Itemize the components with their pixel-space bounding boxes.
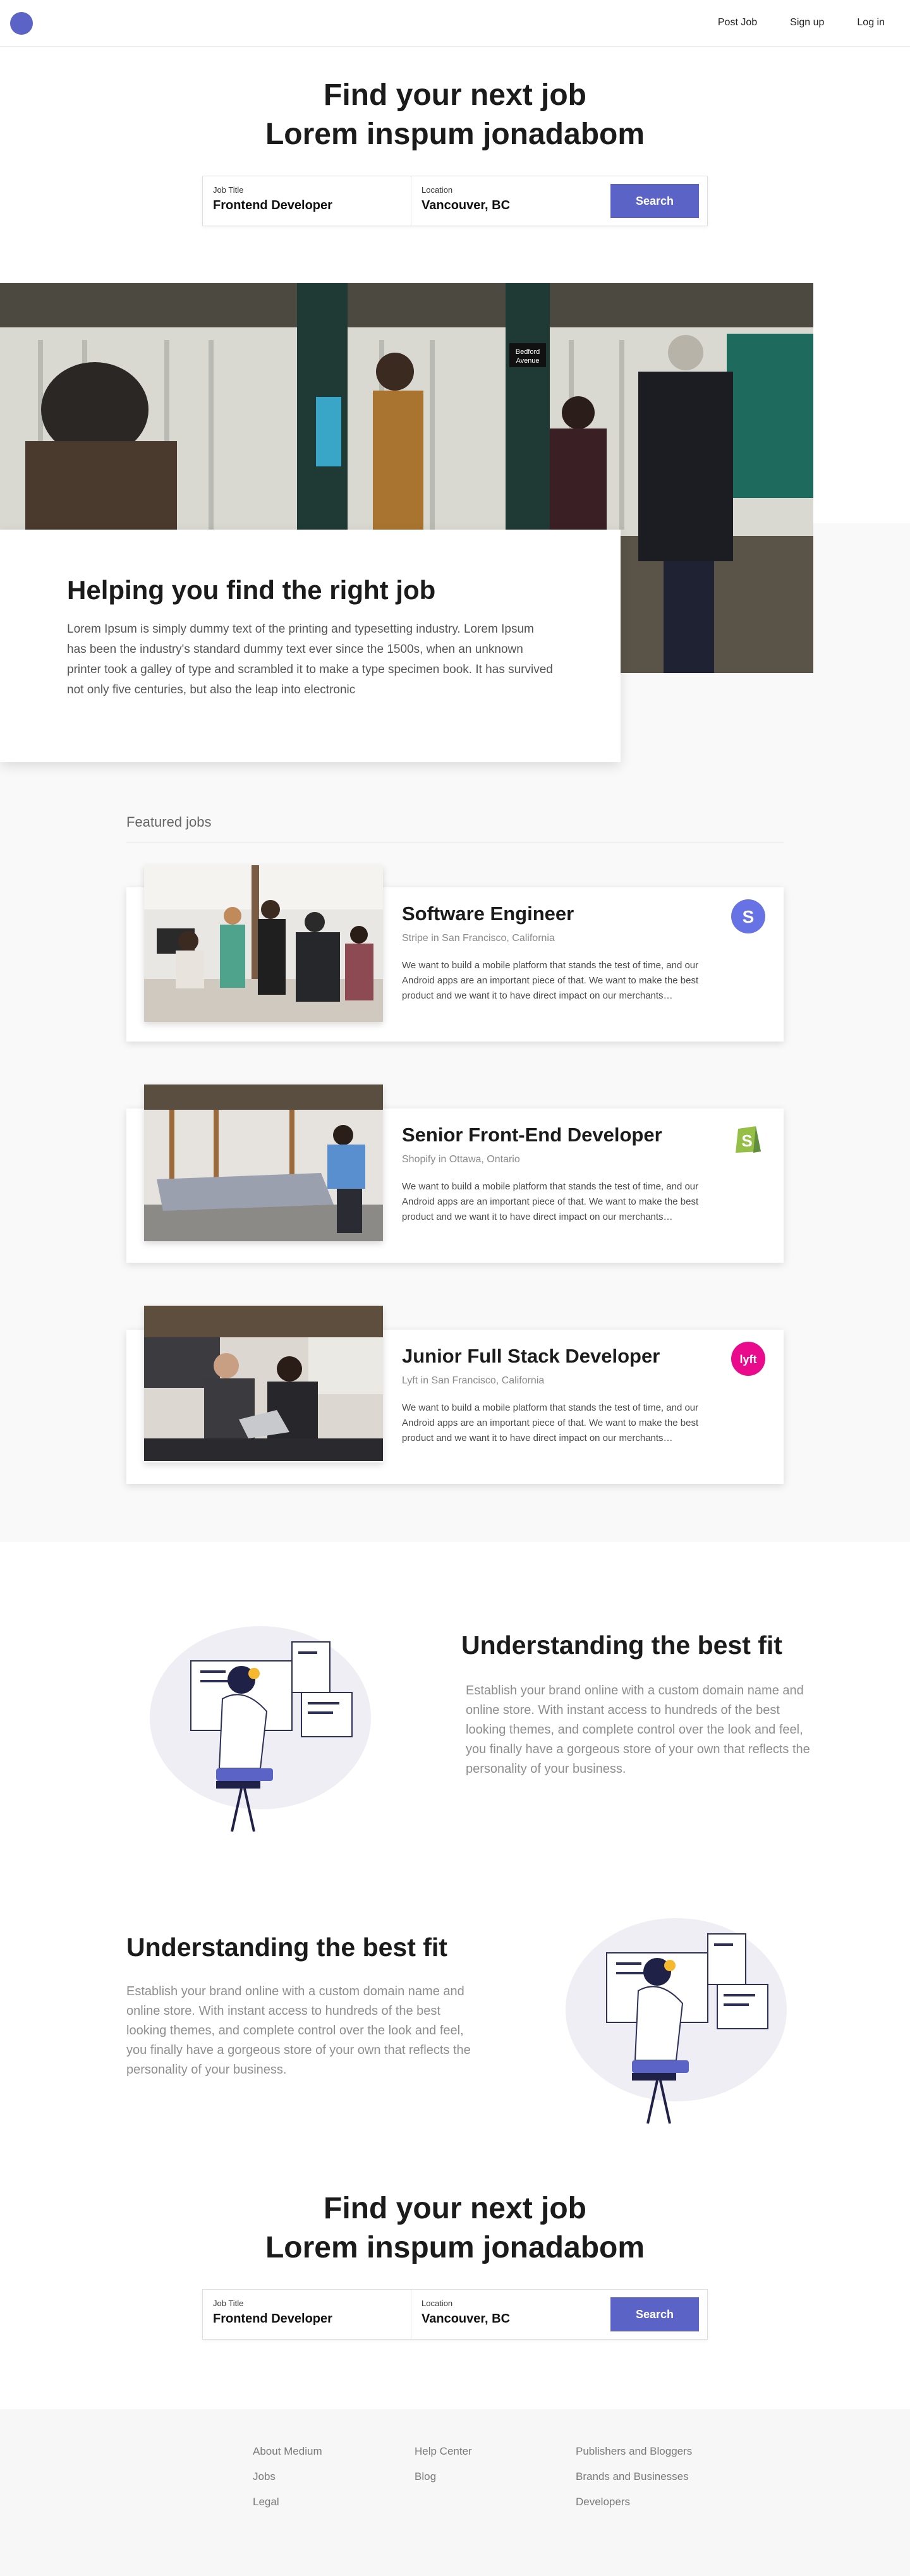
cta-title-line2: Lorem inspum jonadabom [265,2231,645,2264]
job-title[interactable]: Junior Full Stack Developer [402,1345,660,1368]
best-fit-title-1: Understanding the best fit [461,1631,782,1660]
job-company: Stripe in San Francisco, California [402,933,555,944]
search-button[interactable]: Search [610,184,699,218]
footer-link-about-medium[interactable]: About Medium [253,2446,322,2457]
job-description: We want to build a mobile platform that … [402,960,699,1001]
hero-title-line1: Find your next job [324,78,586,112]
hero-title: Find your next job Lorem inspum jonadabo… [0,76,910,154]
shopify-logo-letter: S [741,1131,752,1150]
hero-title-line2: Lorem inspum jonadabom [265,118,645,151]
brand-logo[interactable] [10,12,33,35]
best-fit-illustration-2 [556,1915,796,2130]
cta-location-input[interactable]: Vancouver, BC [422,2312,591,2326]
stripe-logo-icon: S [731,899,766,934]
stripe-logo-letter: S [743,907,755,927]
footer-link-blog[interactable]: Blog [415,2471,472,2482]
footer-link-legal[interactable]: Legal [253,2496,322,2508]
job-photo-laptop-team [144,1306,383,1462]
station-sign-line2: Avenue [516,357,539,365]
job-title[interactable]: Senior Front-End Developer [402,1124,662,1146]
footer-link-jobs[interactable]: Jobs [253,2471,322,2482]
station-sign-line1: Bedford [516,348,540,356]
footer-link-help-center[interactable]: Help Center [415,2446,472,2457]
best-fit-illustration-1 [140,1623,380,1838]
hero-search-box: Job Title Frontend Developer Location Va… [202,176,708,226]
job-company: Shopify in Ottawa, Ontario [402,1154,520,1165]
job-title-input[interactable]: Frontend Developer [213,198,401,213]
job-title-label: Job Title [213,185,244,195]
cta-job-title-field[interactable]: Job Title Frontend Developer [203,2290,411,2339]
location-input[interactable]: Vancouver, BC [422,198,591,213]
best-fit-text-2: Establish your brand online with a custo… [126,1984,471,2077]
nav-links: Post Job Sign up Log in [718,17,885,28]
job-card-software-engineer[interactable]: Software Engineer Stripe in San Francisc… [126,865,784,1042]
job-card-junior-full-stack[interactable]: Junior Full Stack Developer Lyft in San … [126,1306,784,1484]
cta-job-title-label: Job Title [213,2299,244,2308]
lyft-logo-text: lyft [740,1353,757,1366]
job-title-field[interactable]: Job Title Frontend Developer [203,176,411,226]
job-company: Lyft in San Francisco, California [402,1375,545,1386]
footer-link-brands[interactable]: Brands and Businesses [576,2471,692,2482]
lyft-logo-icon: lyft [731,1341,766,1376]
location-label: Location [422,185,453,195]
job-title[interactable]: Software Engineer [402,902,574,925]
helping-card: Helping you find the right job Lorem Ips… [0,530,621,762]
cta-title-line1: Find your next job [324,2192,586,2225]
footer-col-3: Publishers and Bloggers Brands and Busin… [576,2446,692,2508]
nav-sign-up[interactable]: Sign up [790,17,824,28]
job-description: We want to build a mobile platform that … [402,1181,699,1222]
job-description: We want to build a mobile platform that … [402,1402,699,1443]
cta-location-field[interactable]: Location Vancouver, BC [411,2290,601,2339]
cta-search-box: Job Title Frontend Developer Location Va… [202,2289,708,2340]
cta-job-title-input[interactable]: Frontend Developer [213,2312,401,2326]
helping-title: Helping you find the right job [67,575,436,605]
nav-log-in[interactable]: Log in [857,17,885,28]
top-nav: Post Job Sign up Log in [0,0,910,47]
footer-col-2: Help Center Blog [415,2446,472,2482]
footer-col-1: About Medium Jobs Legal [253,2446,322,2508]
location-field[interactable]: Location Vancouver, BC [411,176,601,226]
shopify-logo-icon: S [731,1120,766,1155]
best-fit-title-2: Understanding the best fit [126,1933,447,1962]
nav-post-job[interactable]: Post Job [718,17,757,28]
cta-search-button[interactable]: Search [610,2297,699,2331]
helping-text: Lorem Ipsum is simply dummy text of the … [67,623,553,696]
footer: About Medium Jobs Legal Help Center Blog… [0,2409,910,2576]
best-fit-text-1: Establish your brand online with a custo… [466,1684,810,1776]
job-photo-office-team [144,865,383,1022]
cta-location-label: Location [422,2299,453,2308]
footer-link-publishers[interactable]: Publishers and Bloggers [576,2446,692,2457]
job-card-senior-frontend[interactable]: Senior Front-End Developer Shopify in Ot… [126,1084,784,1263]
footer-link-developers[interactable]: Developers [576,2496,692,2508]
cta-title: Find your next job Lorem inspum jonadabo… [0,2189,910,2268]
job-photo-ping-pong [144,1084,383,1241]
featured-jobs-heading: Featured jobs [126,814,212,830]
